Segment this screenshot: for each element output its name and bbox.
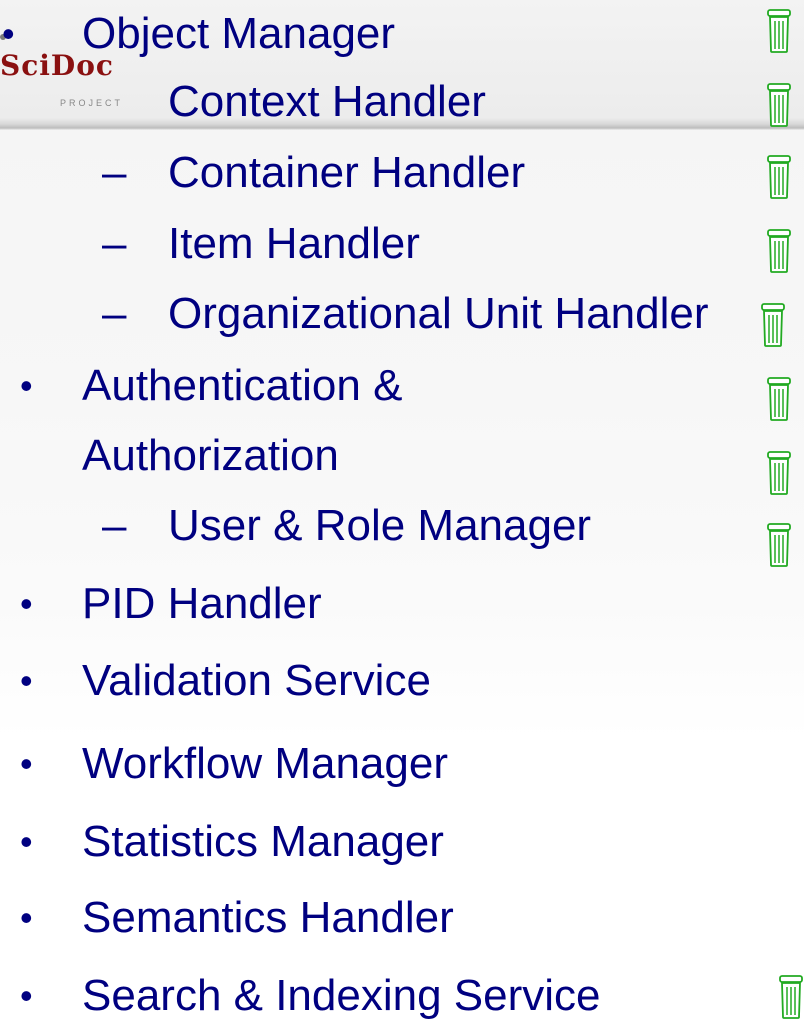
- dash-marker: –: [102, 148, 127, 197]
- sub-list-item-user-role-manager: User & Role Manager: [168, 501, 592, 550]
- bullet-marker: •: [20, 821, 33, 862]
- list-item-statistics-manager: Statistics Manager: [82, 817, 444, 866]
- list-item-workflow-manager: Workflow Manager: [82, 739, 448, 788]
- trash-can-icon: [767, 9, 791, 53]
- list-item-semantics-handler: Semantics Handler: [82, 893, 454, 942]
- trash-can-icon: [767, 83, 791, 127]
- bullet-marker: •: [20, 365, 33, 406]
- bullet-marker: •: [20, 975, 33, 1016]
- sub-list-item-context-handler: Context Handler: [168, 77, 486, 126]
- dash-marker: –: [102, 219, 127, 268]
- bullet-marker: •: [20, 583, 33, 624]
- list-item-authentication: Authentication &: [82, 361, 403, 410]
- sub-list-item-organizational-unit-handler: Organizational Unit Handler: [168, 289, 709, 338]
- bullet-marker: •: [20, 660, 33, 701]
- bullet-marker: •: [20, 897, 33, 938]
- sub-list-item-item-handler: Item Handler: [168, 219, 420, 268]
- trash-can-icon: [767, 451, 791, 495]
- trash-can-icon: [767, 155, 791, 199]
- list-item-object-manager: Object Manager: [82, 9, 396, 58]
- list-item-pid-handler: PID Handler: [82, 579, 322, 628]
- trash-can-icon: [767, 523, 791, 567]
- logo-subtitle: PROJECT: [60, 98, 124, 108]
- bullet-marker: •: [20, 743, 33, 784]
- list-item-validation-service: Validation Service: [82, 656, 431, 705]
- dash-marker: –: [102, 501, 127, 550]
- list-item-search-indexing-service: Search & Indexing Service: [82, 971, 601, 1020]
- dash-marker: –: [102, 289, 127, 338]
- bullet-marker: •: [2, 13, 15, 54]
- sub-list-item-container-handler: Container Handler: [168, 148, 526, 197]
- trash-can-icon: [767, 377, 791, 421]
- trash-can-icon: [761, 303, 785, 347]
- list-item-authorization: Authorization: [82, 431, 339, 480]
- trash-can-icon: [767, 229, 791, 273]
- trash-can-icon: [779, 975, 803, 1019]
